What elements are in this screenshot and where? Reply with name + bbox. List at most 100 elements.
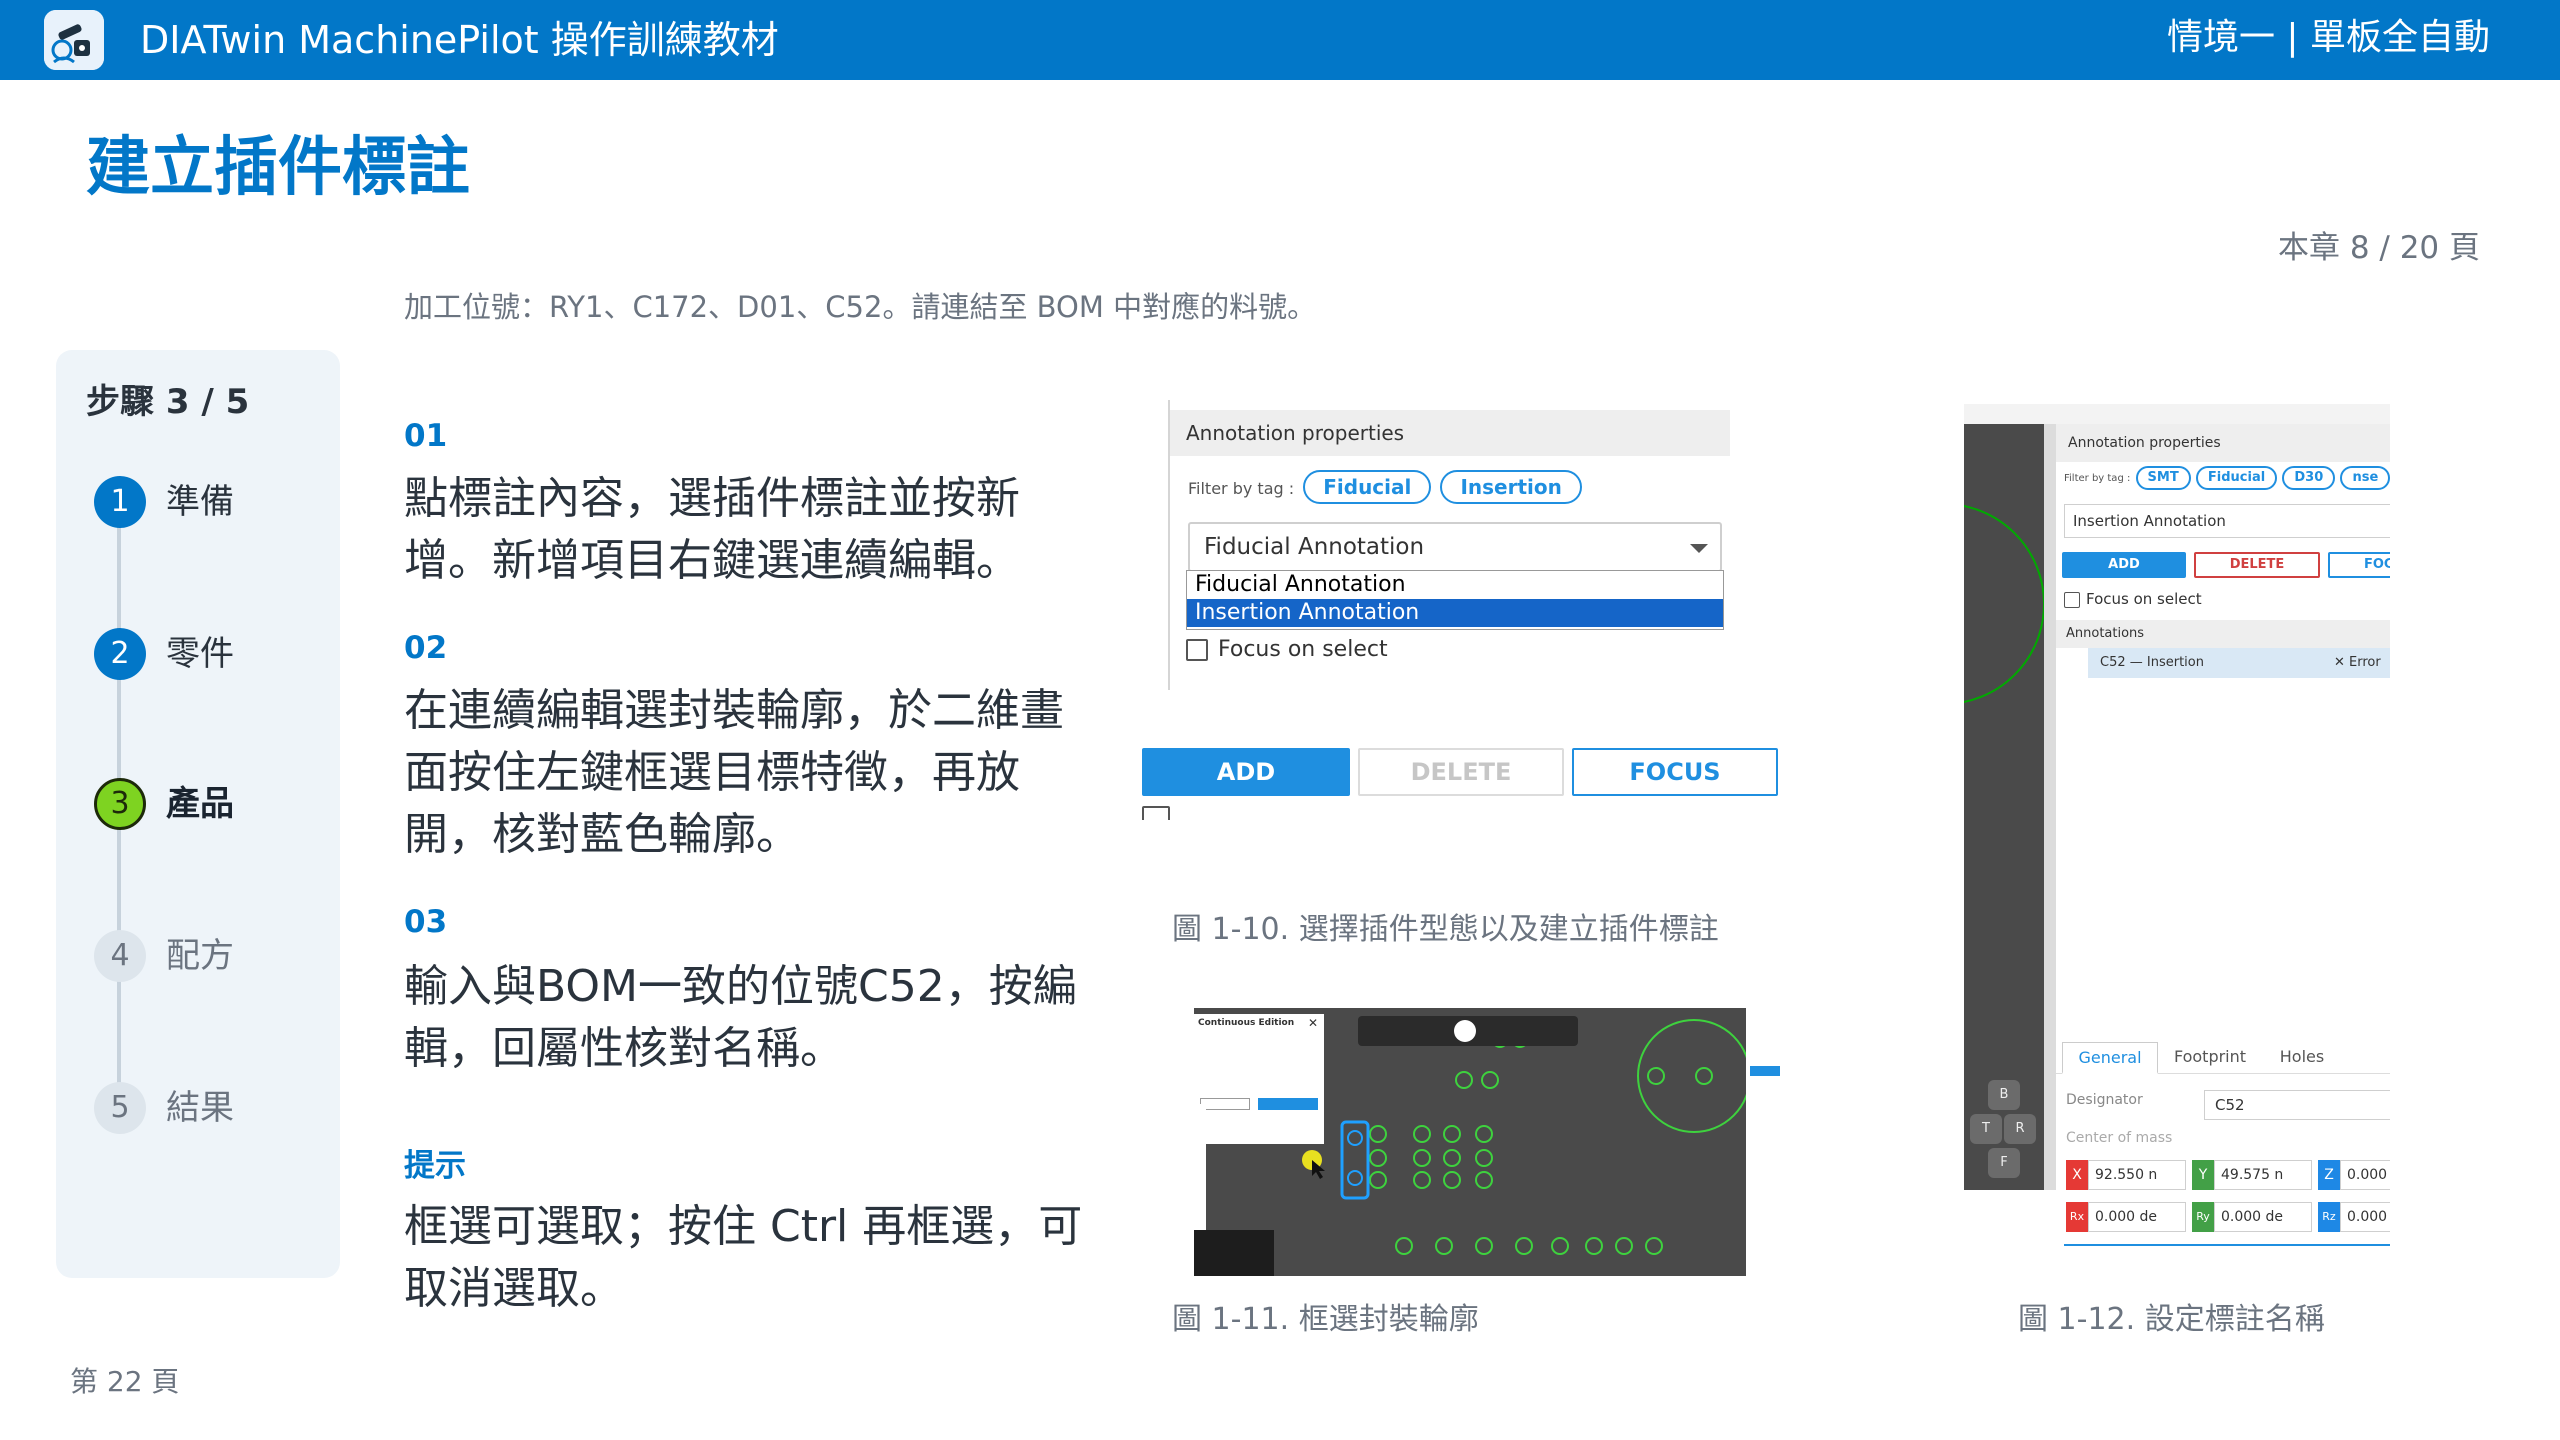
ry-field[interactable]: Ry 0.000 de (2192, 1202, 2312, 1232)
rz-field[interactable]: Rz 0.000 (2318, 1202, 2390, 1232)
y-axis-tag: Y (2192, 1160, 2214, 1190)
panel-add-button[interactable] (1750, 1066, 1780, 1076)
delete-button[interactable]: DELETE (2194, 552, 2320, 578)
error-status: ✕ Error (2334, 655, 2381, 670)
figure-caption: 圖 1-11. 框選封裝輪廓 (1172, 1302, 1479, 1337)
focus-button[interactable]: FOCUS (1572, 748, 1778, 796)
rx-field[interactable]: Rx 0.000 de (2066, 1202, 2186, 1232)
top-shade (1964, 404, 2390, 424)
focus-checkbox[interactable] (1186, 639, 1208, 661)
cancel-button[interactable] (1200, 1098, 1250, 1110)
annotation-name: C52 — Insertion (2100, 655, 2204, 670)
tag-chip-smt[interactable]: SMT (2135, 466, 2191, 490)
step-item-4[interactable]: 4 配方 (94, 928, 324, 984)
annotation-buttons: ADD DELETE FOCU (2056, 552, 2390, 580)
tag-filter: Filter by tag : SMT Fiducial D30 nse (2064, 464, 2390, 494)
figure-outline-selection: Continuous Edition ✕ (1194, 1008, 1784, 1276)
select-value: Fiducial Annotation (1204, 534, 1425, 560)
tab-footprint[interactable]: Footprint (2162, 1042, 2258, 1074)
play-icon[interactable] (1454, 1020, 1476, 1042)
tab-general[interactable]: General (2062, 1042, 2158, 1074)
minimap (1194, 1230, 1274, 1276)
focus-checkbox[interactable] (2064, 591, 2080, 608)
x-field[interactable]: X 92.550 n (2066, 1160, 2186, 1190)
instruction-text: 輸入與BOM一致的位號C52，按編輯，回屬性核對名稱。 (404, 961, 1077, 1074)
x-axis-tag: X (2066, 1160, 2088, 1190)
viewport-border (2044, 424, 2056, 1190)
continuous-edition-dialog: Continuous Edition ✕ (1194, 1014, 1324, 1144)
step-label: 產品 (166, 784, 234, 824)
step-counter: 步驟 3 / 5 (86, 382, 250, 422)
app-title: DIATwin MachinePilot 操作訓練教材 (140, 18, 779, 62)
rz-axis-tag: Rz (2318, 1202, 2340, 1232)
step-item-5[interactable]: 5 結果 (94, 1080, 324, 1136)
y-field[interactable]: Y 49.575 n (2192, 1160, 2312, 1190)
designator-label: Designator (2066, 1092, 2143, 1108)
figure-designator-setting: Annotation properties Filter by tag : SM… (1964, 404, 2390, 1246)
z-axis-tag: Z (2318, 1160, 2340, 1190)
annotation-type-select[interactable]: Insertion Annotation (2064, 504, 2390, 538)
tag-chip-fiducial[interactable]: Fiducial (2195, 466, 2278, 490)
rz-value: 0.000 (2340, 1202, 2390, 1232)
annotation-type-select[interactable]: Fiducial Annotation (1188, 522, 1722, 572)
dialog-title: Continuous Edition (1198, 1018, 1295, 1028)
checkbox-icon (1142, 806, 1170, 820)
tag-filter: Filter by tag : Fiducial Insertion (1188, 470, 1582, 506)
tag-chip-fiducial[interactable]: Fiducial (1303, 470, 1432, 504)
annotation-list-item[interactable]: C52 — Insertion ✕ Error (2088, 648, 2390, 678)
robot-arm-icon (44, 10, 104, 70)
tab-holes[interactable]: Holes (2262, 1042, 2342, 1074)
step-sidebar: 步驟 3 / 5 1 準備 2 零件 3 產品 4 配方 5 結果 (56, 350, 340, 1278)
focus-on-select-row[interactable]: Focus on select (1186, 634, 1388, 666)
view-keys: B T R F (1968, 1070, 2038, 1190)
step-number-badge: 5 (94, 1082, 146, 1134)
z-field[interactable]: Z 0.000 (2318, 1160, 2390, 1190)
delete-button[interactable]: DELETE (1358, 748, 1564, 796)
scenario-label: 情境一 | 單板全自動 (2166, 17, 2490, 58)
tag-chip-insertion[interactable]: Insertion (1440, 470, 1582, 504)
close-icon[interactable]: ✕ (1308, 1016, 1318, 1030)
instruction-text: 點標註內容，選插件標註並按新增。新增項目右鍵選連續編輯。 (404, 473, 1020, 586)
page-title: 建立插件標註 (86, 131, 470, 205)
view-key-r[interactable]: R (2004, 1114, 2036, 1144)
menu-option-insertion[interactable]: Insertion Annotation (1187, 599, 1723, 627)
figure-caption: 圖 1-12. 設定標註名稱 (2018, 1302, 2325, 1337)
step-number-badge: 3 (94, 778, 146, 830)
filter-label: Filter by tag : (2064, 473, 2131, 484)
tip-title: 提示 (404, 1148, 466, 1184)
view-key-f[interactable]: F (1988, 1148, 2020, 1178)
step-number-badge: 2 (94, 628, 146, 680)
step-label: 準備 (166, 482, 234, 522)
filter-label: Filter by tag : (1188, 479, 1295, 498)
step-item-1[interactable]: 1 準備 (94, 474, 324, 530)
annotation-type-menu: Fiducial Annotation Insertion Annotation (1186, 570, 1724, 630)
focus-button[interactable]: FOCU (2328, 552, 2390, 578)
rx-value: 0.000 de (2088, 1202, 2186, 1232)
step-label: 零件 (166, 634, 234, 674)
tag-chip-d30[interactable]: D30 (2282, 466, 2336, 490)
view-key-t[interactable]: T (1970, 1114, 2002, 1144)
annotations-header: Annotations (2056, 620, 2390, 648)
step-number-badge: 4 (94, 930, 146, 982)
designator-input[interactable]: C52 (2204, 1090, 2390, 1120)
annotation-buttons: ADD DELETE FOCUS (1140, 748, 1780, 798)
menu-option-fiducial[interactable]: Fiducial Annotation (1187, 571, 1723, 599)
view-key-b[interactable]: B (1988, 1080, 2020, 1110)
panel-title: Annotation properties (1170, 410, 1730, 456)
x-value: 92.550 n (2088, 1160, 2186, 1190)
right-panel (1746, 1008, 1784, 1276)
add-button[interactable]: ADD (2062, 552, 2186, 578)
add-button[interactable]: ADD (1142, 748, 1350, 796)
step-item-2[interactable]: 2 零件 (94, 626, 324, 682)
instruction-number: 03 (404, 904, 448, 940)
focus-label: Focus on select (1218, 637, 1388, 662)
tag-chip-insertion[interactable]: nse (2340, 466, 2390, 490)
pcb-arc (1964, 505, 2044, 703)
z-value: 0.000 (2340, 1160, 2390, 1190)
figure-caption: 圖 1-10. 選擇插件型態以及建立插件標註 (1172, 912, 1719, 947)
focus-on-select-row[interactable]: Focus on select (2064, 584, 2202, 614)
y-value: 49.575 n (2214, 1160, 2312, 1190)
panel-title: Annotation properties (2056, 424, 2390, 462)
step-item-3[interactable]: 3 產品 (94, 776, 324, 832)
edit-button[interactable] (1258, 1098, 1318, 1110)
